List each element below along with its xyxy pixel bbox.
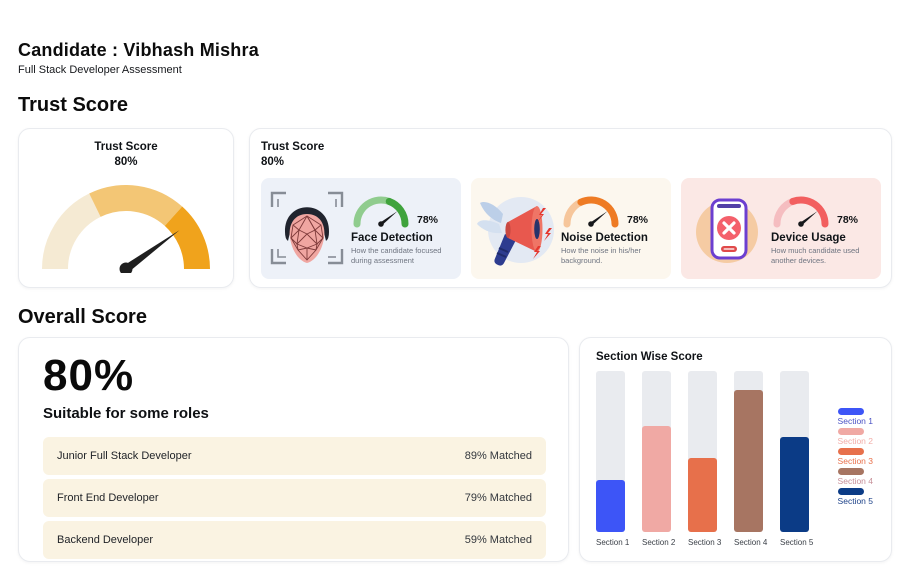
chart-legend: Section 1 Section 2 Section 3 Section 4 Sect… <box>838 371 875 547</box>
trust-panel-title: Trust Score <box>261 140 881 155</box>
legend-item-1[interactable]: Section 1 <box>838 408 873 426</box>
noise-detection-title: Noise Detection <box>561 232 661 244</box>
role-match-list: Junior Full Stack Developer 89% Matched … <box>43 437 546 559</box>
trust-metric-row: 78% Face Detection How the candidate foc… <box>261 178 881 279</box>
bar-column-2: Section 2 <box>642 371 671 547</box>
legend-item-4[interactable]: Section 4 <box>838 468 873 486</box>
role-label: Backend Developer <box>57 534 153 546</box>
legend-label: Section 5 <box>838 496 873 506</box>
bar-fill <box>780 437 809 532</box>
overall-score-section: 80% Suitable for some roles Junior Full … <box>18 337 892 562</box>
face-detection-value: 78% <box>417 214 438 228</box>
device-usage-info: 78% Device Usage How much candidate used… <box>771 190 873 266</box>
section-wise-score-card: Section Wise Score Section 1Section 2Sec… <box>579 337 892 562</box>
bar-track <box>642 371 671 532</box>
face-scan-icon <box>265 186 349 270</box>
bar-axis-label: Section 2 <box>642 538 671 547</box>
trust-detail-panel: Trust Score 80% <box>249 128 892 288</box>
bar-axis-label: Section 4 <box>734 538 763 547</box>
bar-column-1: Section 1 <box>596 371 625 547</box>
assessment-report-page: Candidate : Vibhash Mishra Full Stack De… <box>0 0 911 562</box>
trust-score-heading: Trust Score <box>18 94 892 117</box>
legend-item-2[interactable]: Section 2 <box>838 428 873 446</box>
bar-track <box>780 371 809 532</box>
device-usage-description: How much candidate used another devices. <box>771 246 871 266</box>
role-label: Front End Developer <box>57 492 159 504</box>
role-row-junior-full-stack: Junior Full Stack Developer 89% Matched <box>43 437 546 475</box>
legend-swatch <box>838 448 864 455</box>
legend-swatch <box>838 428 864 435</box>
page-title: Candidate : Vibhash Mishra <box>18 40 892 61</box>
legend-swatch <box>838 488 864 495</box>
noise-detection-value: 78% <box>627 214 648 228</box>
bar-column-3: Section 3 <box>688 371 717 547</box>
bar-axis-label: Section 3 <box>688 538 717 547</box>
trust-panel-value: 80% <box>261 155 881 170</box>
trust-gauge-card: Trust Score 80% <box>18 128 234 288</box>
bar-fill <box>688 458 717 532</box>
page-subtitle: Full Stack Developer Assessment <box>18 64 892 76</box>
bar-fill <box>596 480 625 532</box>
bar-column-5: Section 5 <box>780 371 809 547</box>
megaphone-icon <box>475 186 559 270</box>
bar-track <box>688 371 717 532</box>
noise-detection-gauge-row: 78% <box>561 190 661 228</box>
overall-score-heading: Overall Score <box>18 306 892 329</box>
bar-fill <box>734 390 763 532</box>
noise-detection-info: 78% Noise Detection How the noise in his… <box>561 190 663 266</box>
role-match-value: 79% Matched <box>465 492 532 504</box>
legend-label: Section 4 <box>838 476 873 486</box>
device-usage-value: 78% <box>837 214 858 228</box>
chart-body: Section 1 Section 2 Section 3 Section 4 Sect… <box>596 371 875 547</box>
trust-gauge-title: Trust Score <box>19 140 233 155</box>
device-usage-gauge-icon <box>771 190 835 228</box>
bars: Section 1 Section 2 Section 3 Section 4 Sect… <box>596 371 809 547</box>
legend-label: Section 3 <box>838 456 873 466</box>
chart-title: Section Wise Score <box>596 351 875 363</box>
phone-blocked-icon <box>685 186 769 270</box>
legend-label: Section 2 <box>838 436 873 446</box>
bar-track <box>596 371 625 532</box>
legend-item-3[interactable]: Section 3 <box>838 448 873 466</box>
legend-swatch <box>838 468 864 475</box>
role-row-front-end: Front End Developer 79% Matched <box>43 479 546 517</box>
legend-swatch <box>838 408 864 415</box>
legend-label: Section 1 <box>838 416 873 426</box>
trust-gauge-value: 80% <box>19 155 233 170</box>
noise-detection-card: 78% Noise Detection How the noise in his… <box>471 178 671 279</box>
suitability-text: Suitable for some roles <box>43 405 546 422</box>
trust-score-section: Trust Score 80% Trust Score 80% <box>18 128 892 288</box>
overall-score-value: 80% <box>43 354 546 398</box>
overall-score-card: 80% Suitable for some roles Junior Full … <box>18 337 569 562</box>
face-detection-info: 78% Face Detection How the candidate foc… <box>351 190 453 266</box>
noise-detection-description: How the noise in his/her background. <box>561 246 661 266</box>
device-usage-title: Device Usage <box>771 232 871 244</box>
trust-gauge-icon <box>38 177 214 273</box>
bar-column-4: Section 4 <box>734 371 763 547</box>
role-label: Junior Full Stack Developer <box>57 450 192 462</box>
bar-track <box>734 371 763 532</box>
face-detection-description: How the candidate focused during assessm… <box>351 246 451 266</box>
face-detection-gauge-row: 78% <box>351 190 451 228</box>
noise-detection-gauge-icon <box>561 190 625 228</box>
role-row-backend: Backend Developer 59% Matched <box>43 521 546 559</box>
role-match-value: 89% Matched <box>465 450 532 462</box>
face-detection-title: Face Detection <box>351 232 451 244</box>
face-detection-gauge-icon <box>351 190 415 228</box>
role-match-value: 59% Matched <box>465 534 532 546</box>
device-usage-card: 78% Device Usage How much candidate used… <box>681 178 881 279</box>
bar-axis-label: Section 5 <box>780 538 809 547</box>
face-detection-card: 78% Face Detection How the candidate foc… <box>261 178 461 279</box>
bar-fill <box>642 426 671 532</box>
bar-axis-label: Section 1 <box>596 538 625 547</box>
legend-item-5[interactable]: Section 5 <box>838 488 873 506</box>
device-usage-gauge-row: 78% <box>771 190 871 228</box>
